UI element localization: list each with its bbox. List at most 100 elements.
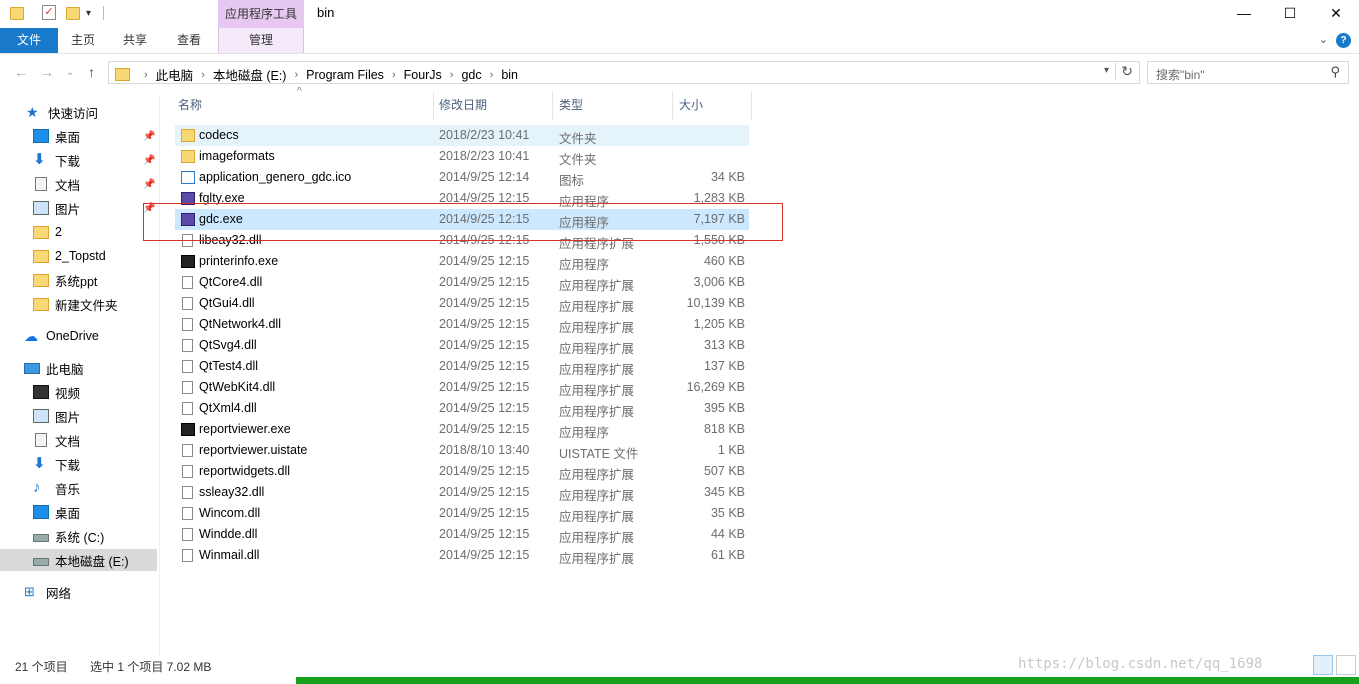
file-row[interactable]: printerinfo.exe 2014/9/25 12:15 应用程序 460 KB <box>175 251 749 272</box>
file-name: QtGui4.dll <box>199 296 255 310</box>
forward-arrow-icon[interactable]: → <box>40 64 54 80</box>
file-row[interactable]: QtGui4.dll 2014/9/25 12:15 应用程序扩展 10,139 KB <box>175 293 749 314</box>
address-dropdown-icon[interactable]: ▾ <box>1104 65 1109 76</box>
nav-quick-access[interactable]: ★ 快速访问 <box>26 101 184 123</box>
help-icon[interactable]: ? <box>1336 33 1351 48</box>
column-header-size[interactable]: 大小 <box>679 92 749 120</box>
column-header-date[interactable]: 修改日期 <box>439 92 549 120</box>
column-divider[interactable] <box>751 92 752 120</box>
minimize-button[interactable]: — <box>1221 0 1267 28</box>
file-date: 2014/9/25 12:15 <box>439 422 530 436</box>
file-row[interactable]: QtTest4.dll 2014/9/25 12:15 应用程序扩展 137 KB <box>175 356 749 377</box>
nav-folder-2-topstd[interactable]: 2_Topstd <box>33 245 191 267</box>
tab-home[interactable]: 主页 <box>62 28 104 53</box>
file-name: reportviewer.uistate <box>199 443 308 457</box>
crumb-this-pc[interactable]: 此电脑 <box>156 65 194 84</box>
nav-videos[interactable]: 视频 <box>33 381 191 403</box>
column-divider[interactable] <box>552 92 553 120</box>
up-arrow-icon[interactable]: ↑ <box>88 64 95 80</box>
nav-downloads-pinned[interactable]: ⬇ 下载 <box>33 149 191 171</box>
nav-documents[interactable]: 文档 <box>33 429 191 451</box>
close-button[interactable]: ✕ <box>1313 0 1359 28</box>
file-row[interactable]: QtCore4.dll 2014/9/25 12:15 应用程序扩展 3,006 KB <box>175 272 749 293</box>
nav-documents-pinned[interactable]: 文档 <box>33 173 191 195</box>
tab-file[interactable]: 文件 <box>0 28 58 53</box>
file-name: QtWebKit4.dll <box>199 380 276 394</box>
nav-music[interactable]: ♪ 音乐 <box>33 477 191 499</box>
pin-icon[interactable]: 📌 <box>143 179 155 190</box>
dll-icon <box>182 360 193 373</box>
file-name: QtTest4.dll <box>199 359 259 373</box>
column-divider[interactable] <box>672 92 673 120</box>
file-date: 2014/9/25 12:15 <box>439 317 530 331</box>
pin-icon[interactable]: 📌 <box>143 131 155 142</box>
chevron-right-icon[interactable]: › <box>294 69 298 81</box>
details-view-icon[interactable] <box>1313 655 1333 675</box>
file-row[interactable]: codecs 2018/2/23 10:41 文件夹 <box>175 125 749 146</box>
crumb-drive-e[interactable]: 本地磁盘 (E:) <box>213 65 287 84</box>
folder-icon <box>181 150 195 163</box>
chevron-right-icon[interactable]: › <box>201 69 205 81</box>
crumb-bin[interactable]: bin <box>501 68 518 82</box>
chevron-right-icon[interactable]: › <box>144 69 148 81</box>
crumb-program-files[interactable]: Program Files <box>306 68 384 82</box>
file-type: 文件夹 <box>559 153 597 167</box>
chevron-right-icon[interactable]: › <box>392 69 396 81</box>
search-icon[interactable]: ⚲ <box>1330 64 1340 80</box>
back-arrow-icon[interactable]: ← <box>14 64 28 80</box>
pin-icon[interactable]: 📌 <box>143 155 155 166</box>
tab-view[interactable]: 查看 <box>168 28 210 53</box>
crumb-gdc[interactable]: gdc <box>461 68 481 82</box>
address-bar[interactable]: › 此电脑 › 本地磁盘 (E:) › Program Files › Four… <box>108 61 1140 84</box>
search-box[interactable]: 搜索"bin" ⚲ <box>1147 61 1349 84</box>
file-row[interactable]: reportviewer.uistate 2018/8/10 13:40 UISTA… <box>175 440 749 461</box>
chevron-right-icon[interactable]: › <box>490 69 494 81</box>
large-icons-view-icon[interactable] <box>1336 655 1356 675</box>
nav-desktop-pinned[interactable]: 桌面 <box>33 125 191 147</box>
nav-downloads[interactable]: ⬇ 下载 <box>33 453 191 475</box>
file-row[interactable]: imageformats 2018/2/23 10:41 文件夹 <box>175 146 749 167</box>
file-size: 34 KB <box>710 170 745 184</box>
tab-manage[interactable]: 管理 <box>218 28 304 53</box>
file-row[interactable]: application_genero_gdc.ico 2014/9/25 12:1… <box>175 167 749 188</box>
file-row[interactable]: Windde.dll 2014/9/25 12:15 应用程序扩展 44 KB <box>175 524 749 545</box>
dll-icon <box>182 402 193 415</box>
file-date: 2014/9/25 12:15 <box>439 296 530 310</box>
file-row[interactable]: Winmail.dll 2014/9/25 12:15 应用程序扩展 61 KB <box>175 545 749 566</box>
file-row[interactable]: ssleay32.dll 2014/9/25 12:15 应用程序扩展 345 KB <box>175 482 749 503</box>
chevron-right-icon[interactable]: › <box>450 69 454 81</box>
tab-share[interactable]: 共享 <box>114 28 156 53</box>
nav-folder-new[interactable]: 新建文件夹 <box>33 293 191 315</box>
customize-quick-access-icon[interactable]: ▾ <box>86 8 91 19</box>
nav-pictures[interactable]: 图片 <box>33 405 191 427</box>
new-folder-icon[interactable] <box>66 7 80 20</box>
exe-dark-icon <box>181 255 195 268</box>
recent-locations-icon[interactable]: ⌄ <box>66 67 74 78</box>
chevron-down-icon[interactable]: ⌄ <box>1319 34 1328 46</box>
nav-drive-c[interactable]: 系统 (C:) <box>33 525 191 547</box>
nav-desktop[interactable]: 桌面 <box>33 501 191 523</box>
file-row[interactable]: Wincom.dll 2014/9/25 12:15 应用程序扩展 35 KB <box>175 503 749 524</box>
document-icon <box>35 433 47 447</box>
document-icon <box>35 177 47 191</box>
nav-folder-ppt[interactable]: 系统ppt <box>33 269 191 291</box>
column-header-name[interactable]: 名称 <box>178 92 433 120</box>
breadcrumb: › 此电脑 › 本地磁盘 (E:) › Program Files › Four… <box>115 65 518 84</box>
file-row[interactable]: reportviewer.exe 2014/9/25 12:15 应用程序 818 K… <box>175 419 749 440</box>
file-row[interactable]: QtXml4.dll 2014/9/25 12:15 应用程序扩展 395 KB <box>175 398 749 419</box>
column-header-type[interactable]: 类型 <box>559 92 669 120</box>
file-row[interactable]: QtNetwork4.dll 2014/9/25 12:15 应用程序扩展 1,205… <box>175 314 749 335</box>
pane-divider[interactable] <box>159 95 160 655</box>
column-divider[interactable] <box>433 92 434 120</box>
crumb-fourjs[interactable]: FourJs <box>404 68 442 82</box>
file-size: 44 KB <box>710 527 745 541</box>
file-row[interactable]: QtSvg4.dll 2014/9/25 12:15 应用程序扩展 313 KB <box>175 335 749 356</box>
file-row[interactable]: reportwidgets.dll 2014/9/25 12:15 应用程序扩展 50… <box>175 461 749 482</box>
file-type: 应用程序 <box>559 258 610 272</box>
maximize-button[interactable]: ☐ <box>1267 0 1313 28</box>
nav-drive-e[interactable]: 本地磁盘 (E:) <box>0 549 157 571</box>
refresh-icon[interactable]: ↻ <box>1115 63 1133 80</box>
properties-icon[interactable]: ✓ <box>42 5 56 20</box>
file-row[interactable]: QtWebKit4.dll 2014/9/25 12:15 应用程序扩展 16,269… <box>175 377 749 398</box>
folder-icon <box>33 297 49 311</box>
